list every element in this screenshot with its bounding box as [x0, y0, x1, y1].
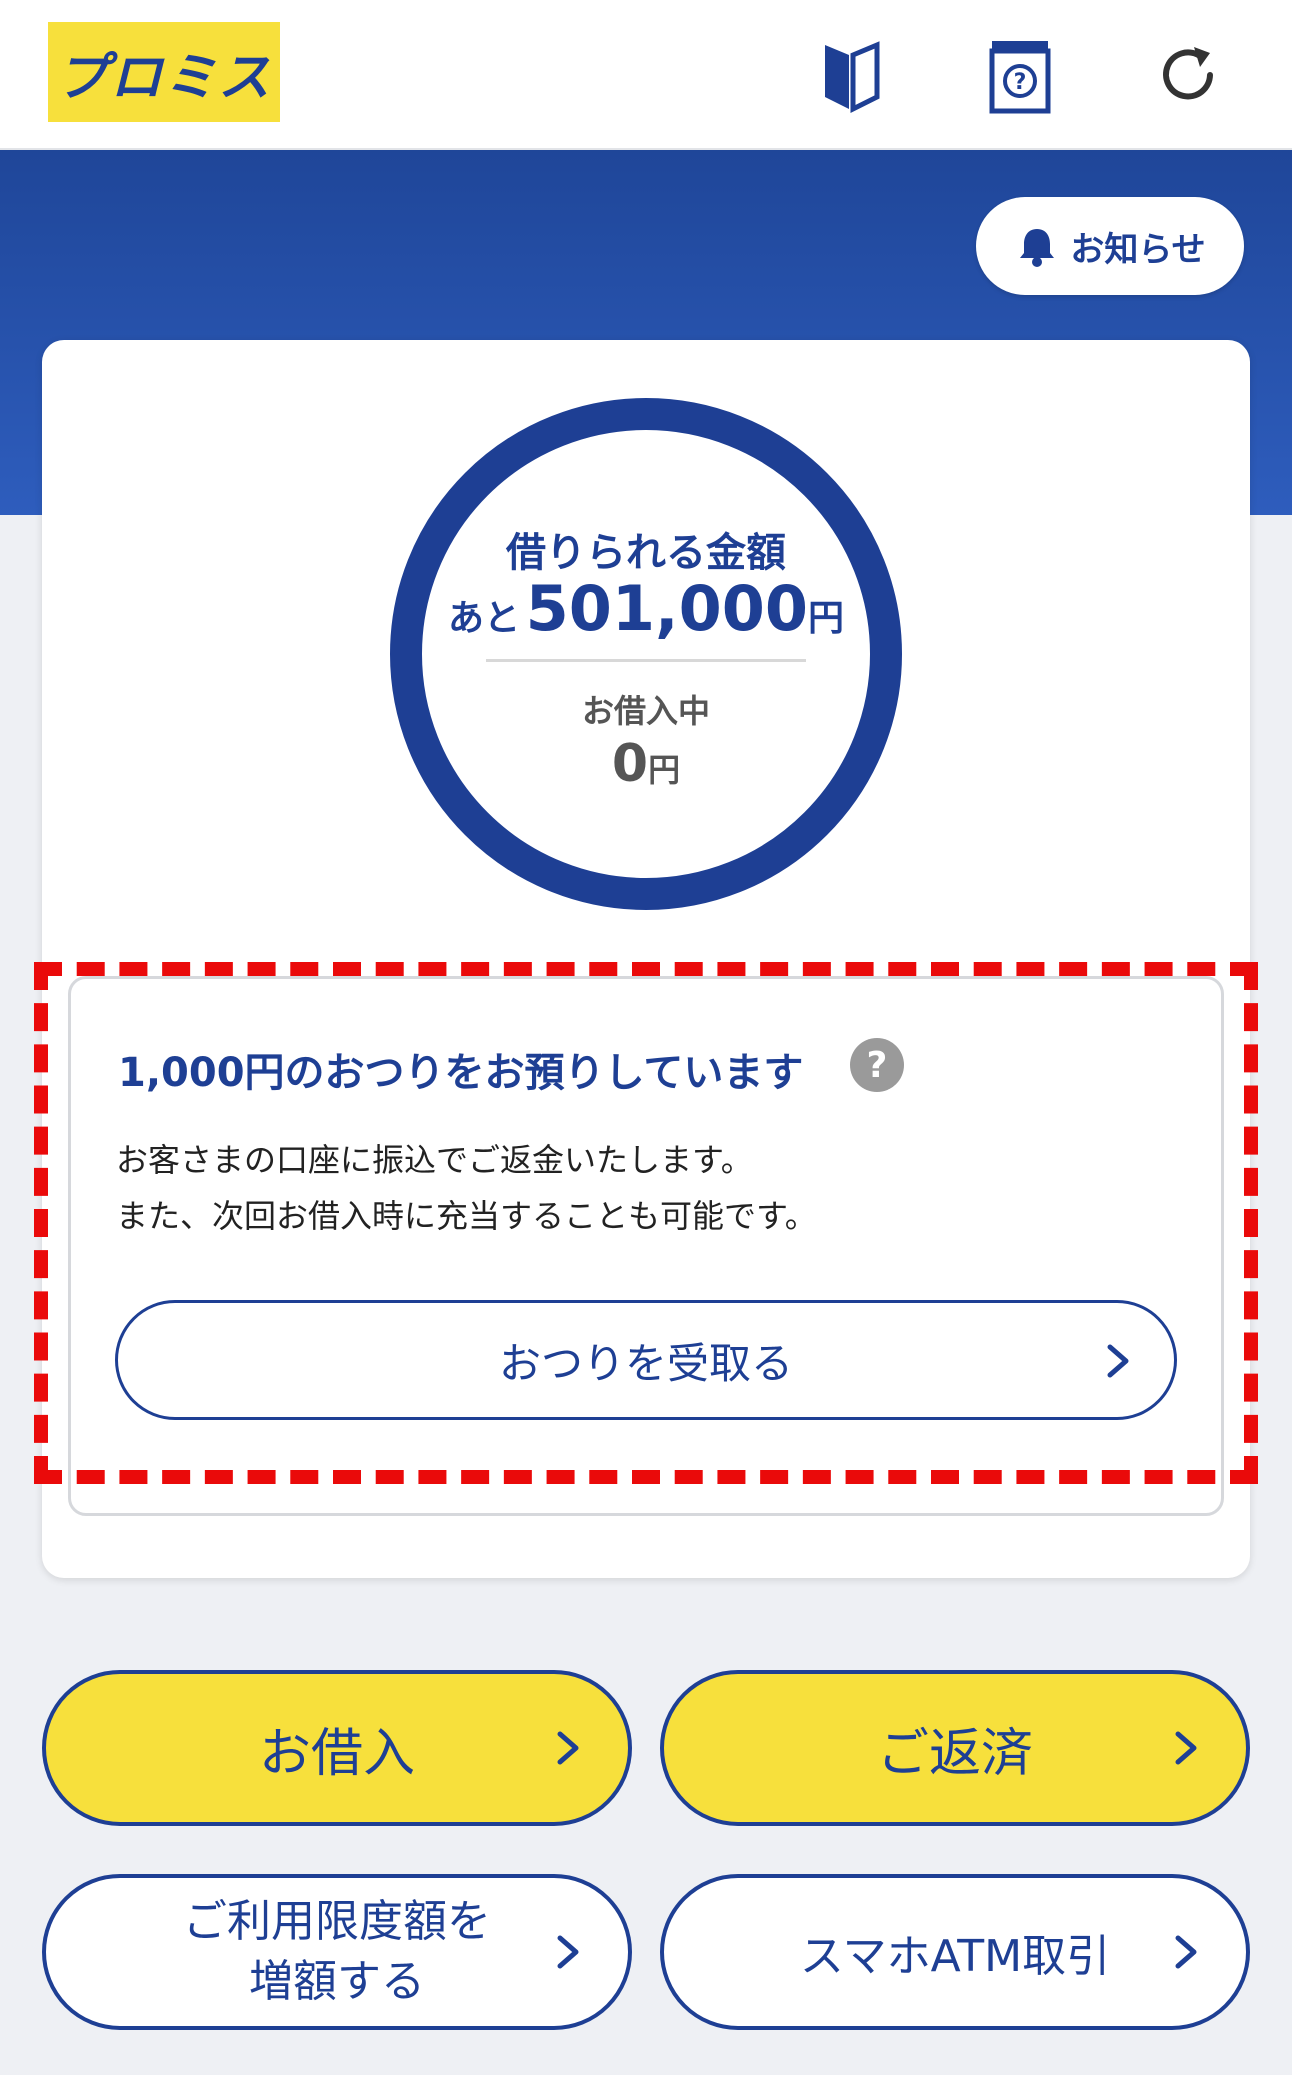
increase-limit-line1: ご利用限度額を: [183, 1896, 491, 1947]
borrowing-amount: 0円: [390, 734, 902, 794]
ring-divider: [486, 659, 806, 662]
chevron-right-icon: [1175, 1731, 1197, 1765]
bell-icon: [1020, 229, 1055, 267]
increase-limit-button[interactable]: ご利用限度額を 増額する: [42, 1874, 632, 2030]
increase-limit-label: ご利用限度額を 増額する: [183, 1892, 491, 2012]
available-title: 借りられる金額: [506, 530, 786, 576]
smartphone-atm-label: スマホATM取引: [799, 1931, 1111, 1982]
available-prefix: あと: [448, 598, 521, 639]
promise-logo[interactable]: プロミス: [48, 22, 280, 122]
borrow-label: お借入: [258, 1723, 415, 1784]
notice-label: お知らせ: [1070, 229, 1206, 270]
beginner-mark-icon[interactable]: [806, 30, 896, 120]
available-amount: あと 501,000円: [390, 572, 902, 645]
repay-button[interactable]: ご返済: [660, 1670, 1250, 1826]
svg-text:?: ?: [1014, 70, 1027, 95]
chevron-right-icon: [557, 1731, 579, 1765]
repay-label: ご返済: [876, 1723, 1033, 1784]
borrow-button[interactable]: お借入: [42, 1670, 632, 1826]
chevron-right-icon: [1175, 1935, 1197, 1969]
limit-ring: [390, 398, 902, 910]
smartphone-atm-button[interactable]: スマホATM取引: [660, 1874, 1250, 2030]
notice-button[interactable]: お知らせ: [976, 197, 1244, 295]
available-amount-value: 501,000: [525, 572, 808, 645]
help-book-icon[interactable]: ?: [975, 30, 1065, 120]
borrowing-unit: 円: [648, 751, 681, 789]
refresh-icon[interactable]: [1143, 30, 1233, 120]
available-unit: 円: [807, 598, 844, 639]
borrowing-amount-value: 0: [611, 734, 649, 794]
increase-limit-line2: 増額する: [249, 1956, 425, 2007]
app-header: プロミス ?: [0, 0, 1292, 150]
highlight-frame: [34, 962, 1258, 1484]
chevron-right-icon: [557, 1935, 579, 1969]
borrowing-label: お借入中: [581, 692, 710, 730]
